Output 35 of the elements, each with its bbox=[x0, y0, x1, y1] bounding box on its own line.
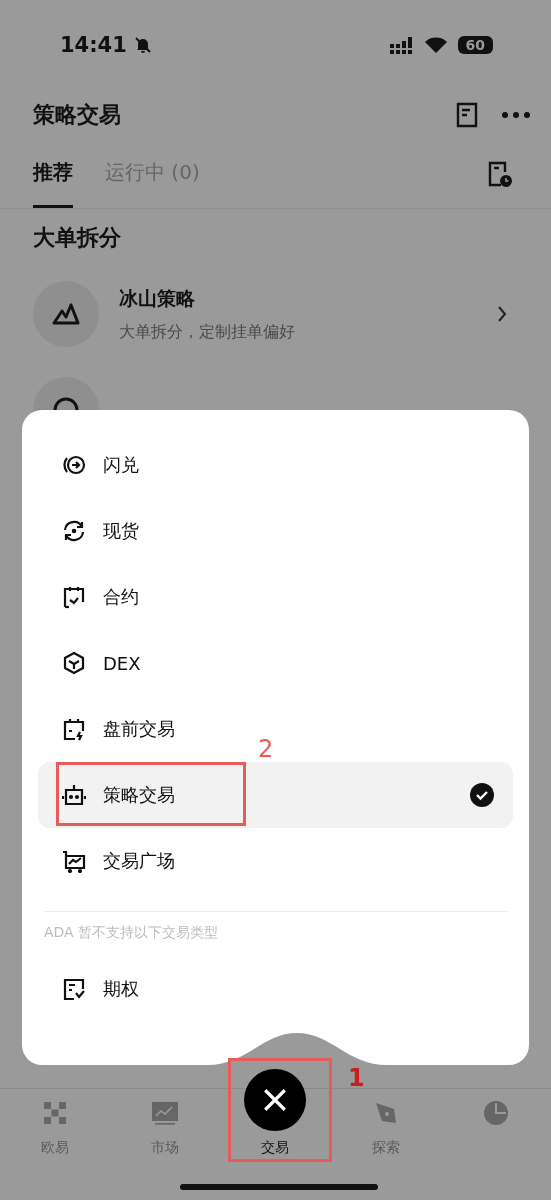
menu-item[interactable]: 盘前交易 bbox=[38, 696, 194, 762]
section-title: 大单拆分 bbox=[32, 224, 122, 252]
cart-icon bbox=[62, 849, 86, 873]
muted-bell-icon bbox=[132, 35, 153, 55]
tab[interactable]: 推荐 bbox=[33, 140, 73, 208]
nav-label[interactable]: 交易 bbox=[261, 1139, 290, 1157]
strategy-description: 大单拆分，定制挂单偏好 bbox=[119, 321, 296, 343]
menu-item[interactable]: 闪兑 bbox=[38, 432, 158, 498]
menu-item[interactable]: 期权 bbox=[38, 956, 158, 1022]
wifi-icon bbox=[423, 36, 448, 54]
cube-icon bbox=[62, 651, 86, 675]
contract-icon bbox=[62, 585, 86, 609]
chevron-right-icon[interactable] bbox=[497, 305, 507, 323]
battery-level: 60 bbox=[457, 36, 493, 54]
robot-icon bbox=[62, 783, 86, 807]
history-icon[interactable] bbox=[487, 160, 513, 188]
check-icon bbox=[470, 783, 494, 807]
menu-item[interactable]: 策略交易 bbox=[38, 762, 513, 828]
menu-item[interactable]: DEX bbox=[38, 630, 160, 696]
option-icon bbox=[62, 977, 86, 1001]
close-icon bbox=[262, 1087, 289, 1113]
menu-item[interactable]: 现货 bbox=[38, 498, 158, 564]
annotation-number: 2 bbox=[258, 737, 274, 761]
unsupported-note: ADA 暂不支持以下交易类型 bbox=[43, 924, 220, 942]
more-icon[interactable] bbox=[501, 111, 531, 119]
page-title: 策略交易 bbox=[33, 101, 122, 129]
strategy-title[interactable]: 冰山策略 bbox=[119, 285, 477, 312]
cycle-icon bbox=[62, 519, 86, 543]
annotation-number: 1 bbox=[348, 1066, 365, 1090]
menu-item[interactable]: 合约 bbox=[38, 564, 158, 630]
document-icon[interactable] bbox=[455, 102, 479, 128]
premarket-icon bbox=[62, 717, 86, 741]
swap-icon bbox=[62, 453, 86, 477]
menu-item[interactable]: 交易广场 bbox=[38, 828, 194, 894]
status-time: 14:41 bbox=[60, 33, 127, 57]
